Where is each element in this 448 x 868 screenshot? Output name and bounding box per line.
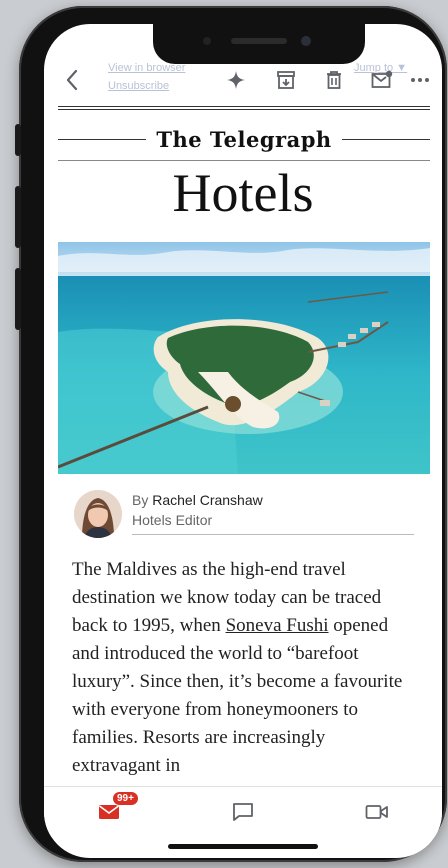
tab-meet[interactable]	[362, 799, 392, 825]
notch	[153, 24, 365, 64]
soneva-fushi-link[interactable]: Soneva Fushi	[226, 615, 329, 636]
delete-button[interactable]	[320, 66, 348, 94]
home-indicator[interactable]	[168, 844, 318, 849]
divider	[58, 109, 430, 110]
sparkle-button[interactable]	[222, 66, 250, 94]
archive-icon	[277, 71, 295, 89]
mark-unread-button[interactable]	[368, 66, 396, 94]
video-camera-icon	[365, 805, 388, 819]
bottom-tab-bar: 99+	[44, 786, 442, 837]
masthead: The Telegraph	[58, 124, 431, 154]
phone-frame: View in browser Unsubscribe Jump to ▼ Th…	[15, 6, 447, 862]
more-options-button[interactable]	[406, 66, 434, 94]
divider	[58, 106, 430, 107]
chevron-left-icon	[66, 69, 78, 91]
author-avatar[interactable]	[74, 490, 122, 538]
sparkle-icon	[227, 71, 245, 89]
speaker-grille	[231, 38, 287, 44]
unread-count-badge: 99+	[112, 791, 139, 806]
author-role: Hotels Editor	[132, 512, 213, 528]
masthead-rule-right	[341, 138, 431, 140]
article-paragraph: The Maldives as the high-end travel dest…	[72, 556, 416, 780]
screen: View in browser Unsubscribe Jump to ▼ Th…	[44, 24, 442, 858]
byline-divider	[132, 534, 414, 535]
paragraph-text: opened and introduced the world to “bare…	[72, 615, 403, 776]
tab-mail[interactable]: 99+	[94, 791, 139, 825]
author-name[interactable]: Rachel Cranshaw	[152, 492, 263, 508]
email-body: The Telegraph Hotels By Rachel Cranshaw …	[44, 104, 442, 794]
masthead-rule-left	[58, 138, 147, 140]
sensor-dot	[203, 37, 211, 45]
volume-up-button	[15, 186, 21, 248]
volume-down-button	[15, 268, 21, 330]
section-title: Hotels	[172, 163, 314, 223]
byline-prefix: By	[132, 492, 149, 508]
author-portrait	[74, 490, 122, 538]
trash-icon	[327, 71, 341, 89]
back-button[interactable]	[58, 66, 86, 94]
hero-image[interactable]	[58, 242, 430, 474]
front-camera	[301, 36, 311, 46]
more-horizontal-icon	[411, 78, 429, 82]
divider	[58, 160, 430, 161]
mail-unread-icon	[371, 70, 393, 88]
archive-button[interactable]	[272, 66, 300, 94]
silent-switch	[15, 124, 21, 156]
author-line: By Rachel Cranshaw	[132, 492, 263, 508]
author-byline: By Rachel Cranshaw Hotels Editor	[74, 490, 414, 540]
maldives-island-image	[58, 242, 430, 474]
unsubscribe-link[interactable]: Unsubscribe	[108, 80, 169, 92]
masthead-logo[interactable]: The Telegraph	[156, 127, 331, 152]
chat-icon	[233, 803, 253, 821]
tab-chat[interactable]	[228, 799, 258, 825]
